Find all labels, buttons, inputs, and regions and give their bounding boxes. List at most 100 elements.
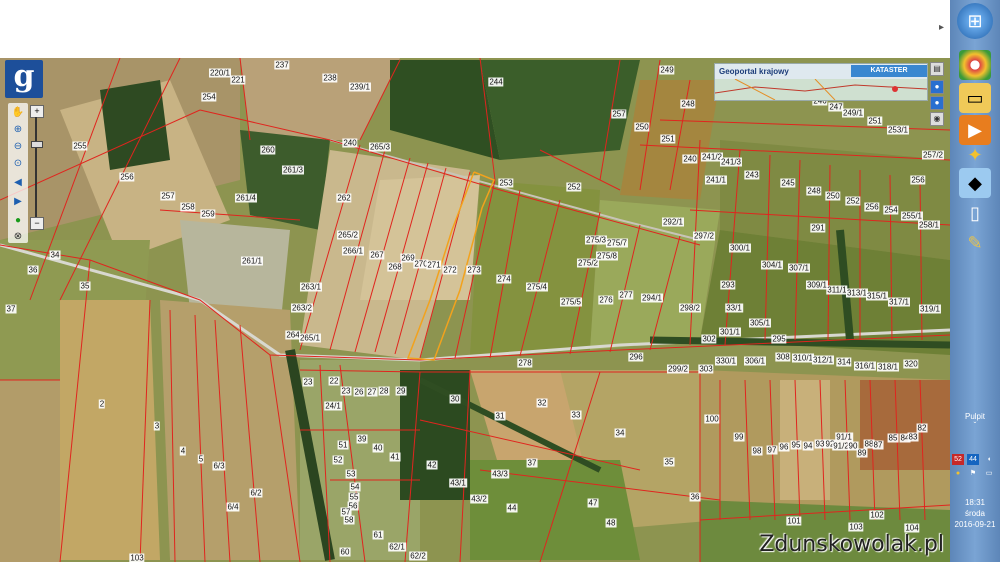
parcel-label[interactable]: 248 [680,99,696,109]
parcel-label[interactable]: 54 [349,482,361,492]
parcel-label[interactable]: 317/1 [887,297,911,307]
parcel-label[interactable]: 239/1 [348,82,372,92]
parcel-label[interactable]: 266/1 [341,246,365,256]
parcel-label[interactable]: 262 [336,193,352,203]
parcel-label[interactable]: 27 [366,387,378,397]
parcel-label[interactable]: 298/2 [678,303,702,313]
parcel-label[interactable]: 307/1 [787,263,811,273]
parcel-label[interactable]: 29 [395,386,407,396]
parcel-label[interactable]: 309/1 [805,280,829,290]
parcel-label[interactable]: 24/1 [324,401,342,411]
parcel-label[interactable]: 60 [339,547,351,557]
parcel-label[interactable]: 62/1 [388,542,406,552]
parcel-label[interactable]: 103 [129,553,145,562]
parcel-label[interactable]: 268 [387,262,403,272]
parcel-label[interactable]: 37 [526,458,538,468]
parcel-label[interactable]: 313/1 [845,288,869,298]
parcel-label[interactable]: 241/3 [719,157,743,167]
parcel-label[interactable]: 261/1 [240,256,264,266]
parcel-label[interactable]: 240 [342,138,358,148]
parcel-label[interactable]: 4 [179,446,187,456]
parcel-label[interactable]: 82 [916,423,928,433]
parcel-label[interactable]: 299/2 [666,364,690,374]
parcel-label[interactable]: 330/1 [714,356,738,366]
parcel-label[interactable]: 308 [775,352,791,362]
parcel-label[interactable]: 43/2 [470,494,488,504]
parcel-label[interactable]: 37 [5,304,17,314]
parcel-label[interactable]: 314 [836,357,852,367]
crosshair-icon[interactable]: ⊗ [11,230,25,244]
folder-icon[interactable]: ▭ [959,83,991,113]
cadastral-map[interactable]: 220/1 221 237 238 239/1 244 249 254 246 247 248 249… [0,58,950,562]
parcel-label[interactable]: 43/3 [491,469,509,479]
parcel-label[interactable]: 99 [733,432,745,442]
parcel-label[interactable]: 43/1 [449,478,467,488]
paint-icon[interactable]: ✎ [959,228,991,258]
parcel-label[interactable]: 291 [810,223,826,233]
parcel-label[interactable]: 258 [180,202,196,212]
parcel-label[interactable]: 297/2 [692,231,716,241]
parcel-label[interactable]: 250 [634,122,650,132]
parcel-label[interactable]: 302 [701,334,717,344]
parcel-label[interactable]: 243 [744,170,760,180]
parcel-label[interactable]: 265/2 [336,230,360,240]
zoom-out-icon[interactable]: ⊖ [11,140,25,154]
tablet-icon[interactable]: ◆ [959,168,991,198]
flag-icon[interactable]: ⚑ [967,468,979,479]
parcel-label[interactable]: 257 [611,109,627,119]
parcel-label[interactable]: 261/4 [234,193,258,203]
pan-hand-icon[interactable]: ✋ [11,106,25,120]
parcel-label[interactable]: 258/1 [917,220,941,230]
parcel-label[interactable]: 39 [356,434,368,444]
parcel-label[interactable]: 263/2 [290,303,314,313]
parcel-label[interactable]: 252 [845,196,861,206]
parcel-label[interactable]: 275/3 [584,235,608,245]
parcel-label[interactable]: 22 [328,376,340,386]
geoportal-logo[interactable]: g [5,60,43,98]
parcel-label[interactable]: 244 [488,77,504,87]
parcel-label[interactable]: 300/1 [728,243,752,253]
scroll-arrow-icon[interactable]: ▸ [939,22,944,33]
parcel-label[interactable]: 5 [197,454,205,464]
parcel-label[interactable]: 267 [369,250,385,260]
parcel-label[interactable]: 41 [389,452,401,462]
parcel-label[interactable]: 248 [806,186,822,196]
parcel-label[interactable]: 251 [660,134,676,144]
parcel-label[interactable]: 255/1 [900,211,924,221]
start-button-icon[interactable]: ⊞ [957,3,993,39]
parcel-label[interactable]: 35 [79,281,91,291]
parcel-label[interactable]: 32 [536,398,548,408]
parcel-label[interactable]: 28 [378,386,390,396]
parcel-label[interactable]: 240 [682,154,698,164]
parcel-label[interactable]: 42 [426,460,438,470]
parcel-label[interactable]: 276 [598,295,614,305]
parcel-label[interactable]: 6/3 [212,461,226,471]
parcel-label[interactable]: 254 [201,92,217,102]
parcel-label[interactable]: 316/1 [853,361,877,371]
parcel-label[interactable]: 275/5 [559,297,583,307]
parcel-label[interactable]: 6/2 [249,488,263,498]
parcel-label[interactable]: 85 [887,433,899,443]
parcel-label[interactable]: 101 [786,516,802,526]
parcel-label[interactable]: 275/8 [595,251,619,261]
parcel-label[interactable]: 51 [337,440,349,450]
parcel-label[interactable]: 241/1 [704,175,728,185]
parcel-label[interactable]: 33 [570,410,582,420]
zoom-plus-button[interactable]: + [30,105,44,118]
parcel-label[interactable]: 249/1 [841,108,865,118]
parcel-label[interactable]: 295 [771,334,787,344]
parcel-label[interactable]: 250 [825,191,841,201]
info-icon[interactable]: ● [11,214,25,228]
tray-badge-blue[interactable]: 44 [967,454,979,465]
zoom-knob[interactable] [31,141,43,148]
parcel-label[interactable]: 26 [353,387,365,397]
parcel-label[interactable]: 255 [72,141,88,151]
parcel-label[interactable]: 23 [340,386,352,396]
parcel-label[interactable]: 97 [766,445,778,455]
parcel-label[interactable]: 96 [778,442,790,452]
parcel-label[interactable]: 31 [494,411,506,421]
parcel-label[interactable]: 318/1 [876,362,900,372]
parcel-label[interactable]: 265/3 [368,142,392,152]
parcel-label[interactable]: 52 [332,455,344,465]
parcel-label[interactable]: 273 [466,265,482,275]
